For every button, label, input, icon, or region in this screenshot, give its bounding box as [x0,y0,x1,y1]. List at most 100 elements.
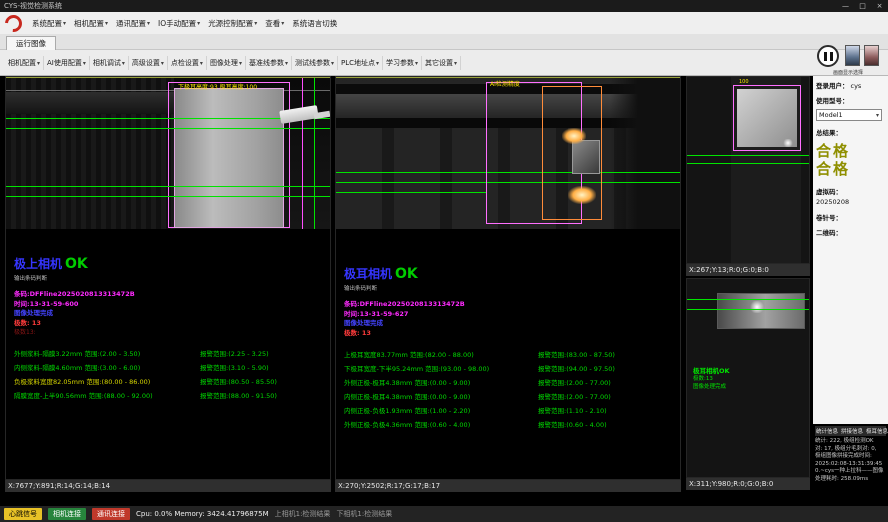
stats-tab-stitching[interactable]: 拼接信息 [841,427,863,435]
measurement-row: 内侧正极-负极1.93mm 范围:(1.00 - 2.20)报警范围:(1.10… [344,403,676,417]
virtual-code-value: 20250208 [816,198,885,206]
tool-plc-address[interactable]: PLC地址点▾ [338,56,383,70]
preview1-pixel-readout: X:267;Y:13;R:0;G:0;B:0 [686,264,810,276]
process-done-line: 图像处理完成 [344,319,676,329]
toolbar-items: 相机配置▾ AI使用配置▾ 相机调试▾ 高级设置▾ 点检设置▾ 图像处理▾ 基准… [5,50,461,76]
chevron-down-icon: ▾ [63,20,66,27]
weld-glow [562,128,586,144]
camera2-result-label: 下相机1:检测结果 [336,509,392,519]
tab-run-image[interactable]: 运行图像 [6,36,56,50]
measurement-alarm: 报警范围:(0.60 - 4.00) [538,419,676,429]
measurement-row: 上极耳宽度83.77mm 范围:(82.00 - 88.00)报警范围:(83.… [344,347,676,361]
preview-view-top[interactable]: 100 [686,76,810,264]
measure-line-green [687,299,809,300]
chevron-down-icon: ▾ [197,20,200,27]
camera-image-left[interactable]: 下极耳高度:93 极耳高度:100 [6,77,330,229]
result-line: 极上相机OK [14,253,326,272]
tool-camera-debug[interactable]: 相机调试▾ [90,56,129,70]
stats-tab-tab-info[interactable]: 极耳信息 [866,427,888,435]
result-line-1: 合格 [816,142,885,160]
pause-icon [824,52,827,61]
minimize-button[interactable]: — [837,0,854,12]
camera1-result-label: 上相机1:检测结果 [275,509,331,519]
model-value: Model1 [819,111,843,119]
measure-line-green [6,186,330,187]
stats-tab-statistics[interactable]: 统计信息 [816,427,838,435]
chevron-down-icon: ▾ [147,20,150,27]
tool-testline-params[interactable]: 测试线参数▾ [292,56,338,70]
right-panel: 登录用户：cys 使用型号： Model1▾ 总结果： 合格 合格 虚拟码： 2… [813,76,888,424]
measurement-text: 隔膜宽度-上半90.56mm 范围:(88.00 - 92.00) [14,390,200,400]
app-logo-icon [2,12,26,36]
chevron-down-icon: ▾ [161,60,164,67]
pole-detail-line: 极数13: [14,328,326,337]
measurement-alarm: 报警范围:(2.00 - 77.00) [538,391,676,401]
menu-item-camera-config[interactable]: 相机配置▾ [70,16,112,31]
preview-view-bottom[interactable]: 极耳相机OK 极数:13 图像处理完成 [686,278,810,478]
menu-item-comm-config[interactable]: 通讯配置▾ [112,16,154,31]
app-window: CYS-视觉检测系统 — □ × 系统配置▾ 相机配置▾ 通讯配置▾ IO手动配… [0,0,888,522]
chevron-down-icon: ▾ [200,60,203,67]
overall-result-label: 总结果： [816,127,885,137]
middle-pixel-readout: X:270;Y:2502;R:17;G:17;B:17 [335,480,681,492]
tab-row: 运行图像 [0,34,888,50]
camera-view-left[interactable]: 下极耳高度:93 极耳高度:100 极上相机OK 输出条码判断 条码:DFFli… [5,76,331,480]
bright-spot [749,301,765,313]
measurement-text: 下极耳宽度-下半95.24mm 范围:(93.00 - 98.00) [344,363,538,373]
measurement-alarm: 报警范围:(80.50 - 85.50) [200,376,326,386]
menu-item-light-control-config[interactable]: 光源控制配置▾ [204,16,261,31]
measure-line-magenta [302,78,303,229]
qr-code-label: 二维码： [816,227,885,237]
pole-count-line: 极数: 13 [14,319,326,329]
menu-item-view[interactable]: 查看▾ [261,16,288,31]
machine-band [6,92,174,114]
result-status: OK [65,256,88,272]
pause-button[interactable] [817,45,839,67]
measure-line-green [336,192,486,193]
maximize-button[interactable]: □ [854,0,871,12]
camera-thumb-icon-1[interactable] [845,45,860,66]
pause-icon [830,52,833,61]
preview-overlay-text: 极耳相机OK 极数:13 图像处理完成 [693,367,730,391]
menu-bar: 系统配置▾ 相机配置▾ 通讯配置▾ IO手动配置▾ 光源控制配置▾ 查看▾ 系统… [0,12,888,34]
camera-image-middle[interactable]: AI检测精度 [336,77,680,229]
close-button[interactable]: × [871,0,888,12]
electrode-region [174,88,284,228]
measure-line-green-vertical [314,78,315,229]
chevron-down-icon: ▾ [122,60,125,67]
result-status: OK [395,266,418,282]
tool-ai-usage-config[interactable]: AI使用配置▾ [44,56,90,70]
camera-view-middle[interactable]: AI检测精度 极耳相机OK 输出条码判断 条码:DFFline202502081… [335,76,681,480]
stats-tabs: 统计信息 拼接信息 极耳信息 [815,426,886,436]
menu-item-io-manual-config[interactable]: IO手动配置▾ [154,16,204,31]
measure-line-green [687,309,809,310]
measurement-text: 负极浆料宽度82.05mm 范围:(80.00 - 86.00) [14,376,200,386]
tool-other-settings[interactable]: 其它设置▾ [422,56,461,70]
tool-image-processing[interactable]: 图像处理▾ [207,56,246,70]
ai-overlay-label: AI检测精度 [490,79,520,88]
stats-line: 极组图像拼接完成时间: [815,453,886,461]
tool-spot-check-settings[interactable]: 点检设置▾ [168,56,207,70]
stats-line: 对: 17, 极组分毛刺对: 0, [815,446,886,454]
barcode-line: 条码:DFFline2025020813313472B [14,290,326,300]
model-select[interactable]: Model1▾ [816,109,882,121]
tool-advanced-settings[interactable]: 高级设置▾ [129,56,168,70]
heartbeat-indicator: 心跳信号 [4,508,42,520]
result-subtitle: 输出条码判断 [344,284,676,292]
tool-baseline-params[interactable]: 基准线参数▾ [246,56,292,70]
measurement-text: 内侧正极-极耳4.38mm 范围:(0.00 - 9.00) [344,391,538,401]
measurement-alarm: 报警范围:(2.25 - 3.25) [200,348,326,358]
camera-thumb-icon-2[interactable] [864,45,879,66]
overlay-text-line: 图像处理完成 [693,383,730,391]
measurement-text: 内侧浆料-隔膜4.60mm 范围:(3.00 - 6.00) [14,362,200,372]
stats-line: 统计: 222, 极组检测OK [815,438,886,446]
tool-camera-config[interactable]: 相机配置▾ [5,56,44,70]
menu-item-language-switch[interactable]: 系统语言切换 [288,16,341,31]
measure-line-green [6,196,330,197]
chevron-down-icon: ▾ [285,60,288,67]
chevron-down-icon: ▾ [281,20,284,27]
menu-item-system-config[interactable]: 系统配置▾ [28,16,70,31]
overlay-text-line: 极数:13 [693,375,730,383]
tool-learning-params[interactable]: 学习参数▾ [383,56,422,70]
measure-line-green [6,128,330,129]
